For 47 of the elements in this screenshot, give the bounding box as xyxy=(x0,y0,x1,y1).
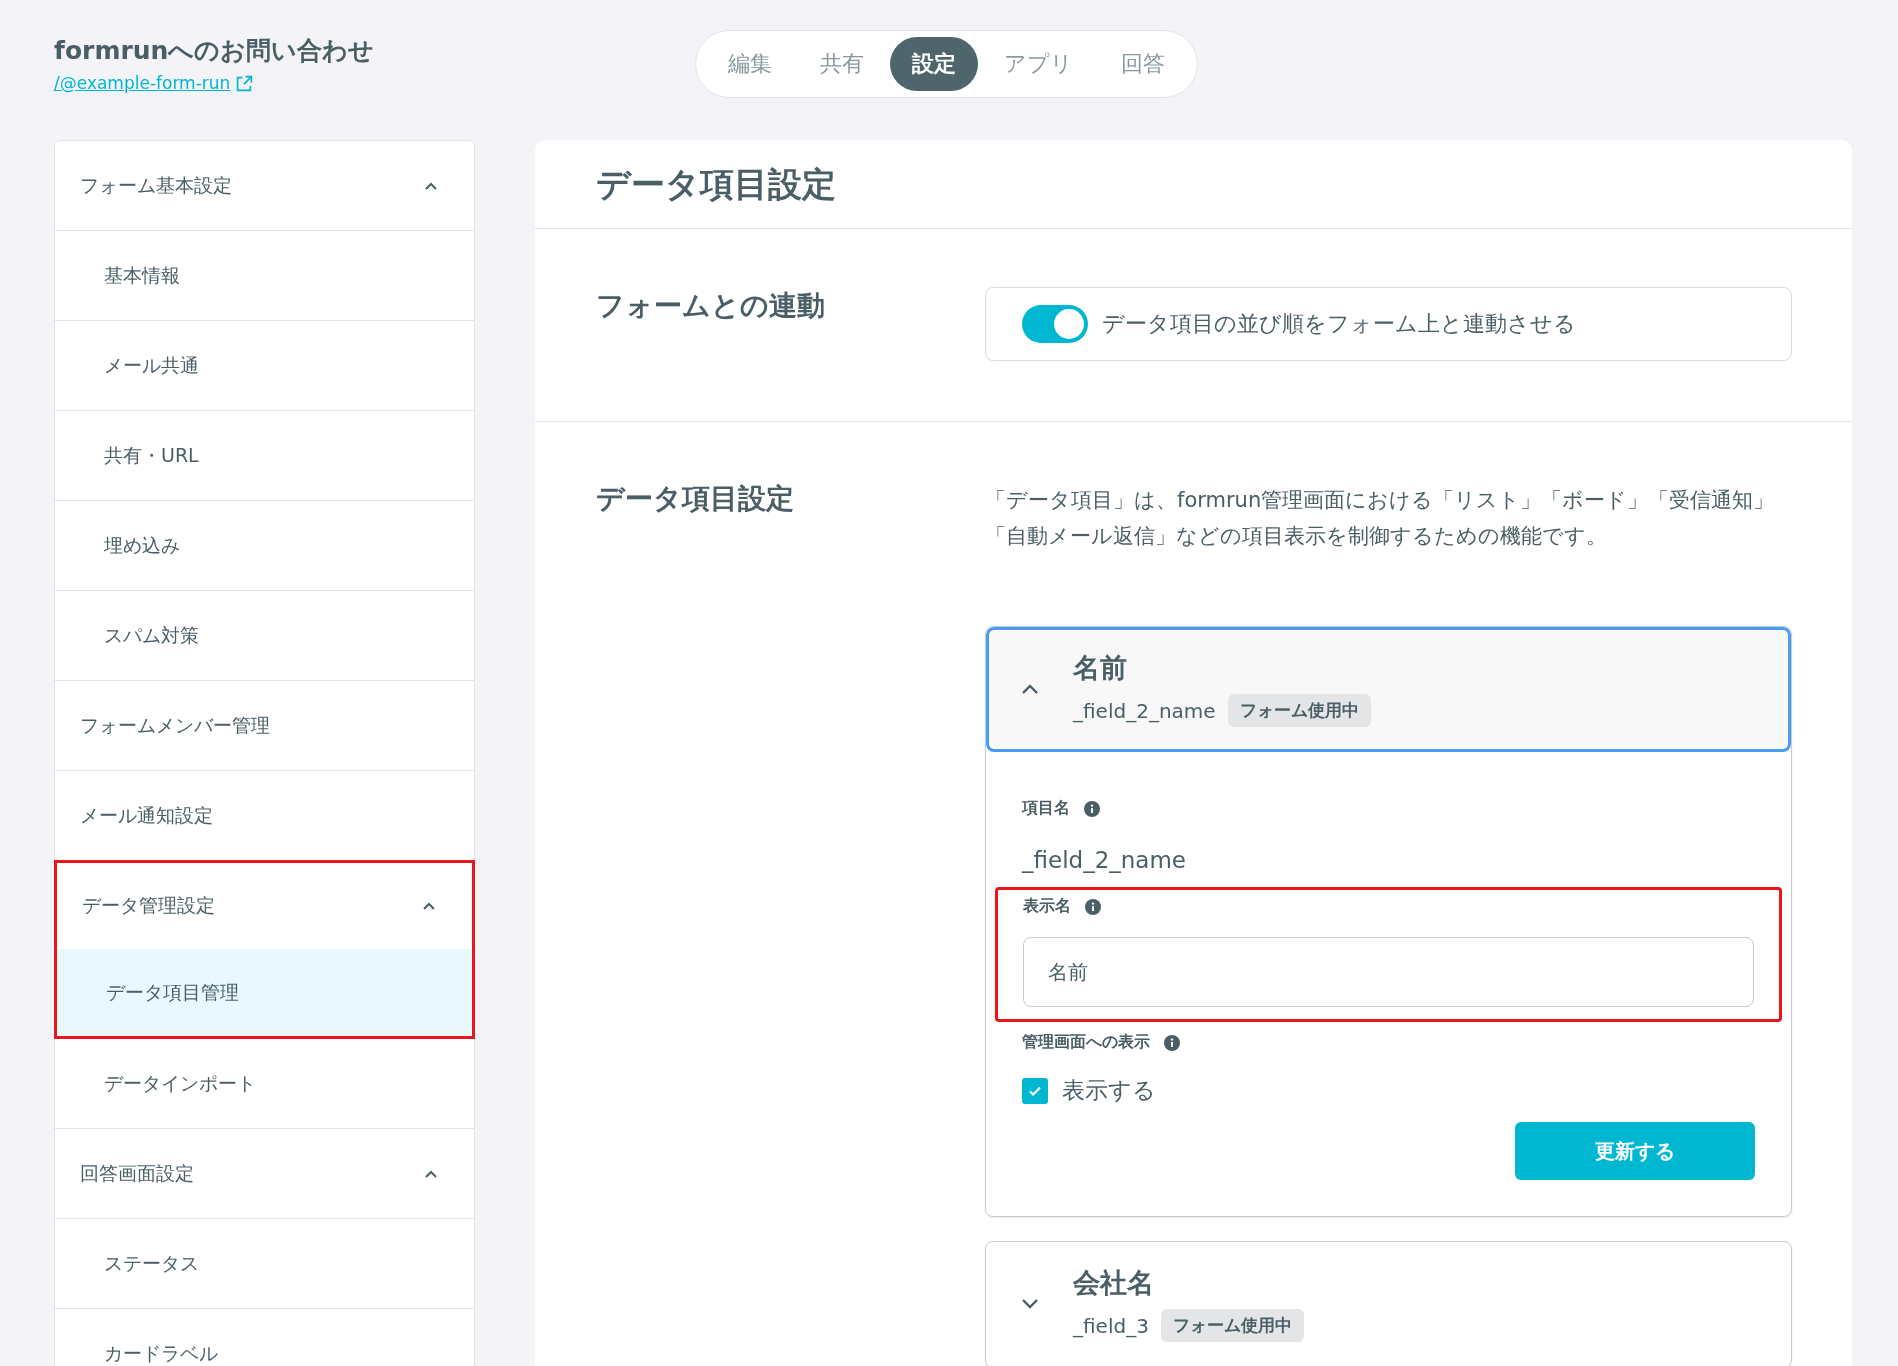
item-name-value: _field_2_name xyxy=(1022,847,1187,873)
tab[interactable]: 設定 xyxy=(890,37,978,91)
sidebar-item[interactable]: 埋め込み xyxy=(55,501,474,591)
section-label: データ管理設定 xyxy=(82,893,215,918)
section-label: フォームメンバー管理 xyxy=(80,712,270,738)
usage-badge: フォーム使用中 xyxy=(1160,1309,1304,1342)
sidebar-item[interactable]: ステータス xyxy=(55,1219,474,1309)
section-label: メール通知設定 xyxy=(80,802,213,828)
checkbox-label: 表示する xyxy=(1062,1076,1156,1105)
page-title: データ項目設定 xyxy=(535,140,1852,229)
field-label: 管理画面への表示 xyxy=(1022,1032,1150,1053)
usage-badge: フォーム使用中 xyxy=(1227,694,1371,727)
field-card-header[interactable]: 会社名 _field_3 フォーム使用中 xyxy=(986,1242,1791,1366)
info-icon[interactable] xyxy=(1084,800,1100,817)
description-text: 「データ項目」は、formrun管理画面における「リスト」「ボード」「受信通知」「自動メール返信」などの項目表示を制御するための機能です。 xyxy=(985,487,1776,550)
sidebar-item[interactable]: データ項目管理 xyxy=(54,949,475,1039)
external-link-icon xyxy=(236,74,254,92)
sidebar-section[interactable]: フォーム基本設定 xyxy=(55,141,474,231)
sidebar-item[interactable]: メール共通 xyxy=(55,321,474,411)
chevron-up-icon xyxy=(1021,682,1039,695)
chevron-down-icon xyxy=(1021,1297,1039,1310)
info-icon[interactable] xyxy=(1085,898,1101,915)
toggle-switch[interactable] xyxy=(1022,305,1088,343)
section-label: 回答画面設定 xyxy=(80,1160,194,1186)
field-label: 表示名 xyxy=(1023,896,1071,917)
toggle-label: データ項目の並び順をフォーム上と連動させる xyxy=(1102,310,1576,338)
form-title: formrunへのお問い合わせ xyxy=(54,35,376,67)
sidebar-item[interactable]: 基本情報 xyxy=(55,231,474,321)
sidebar-item[interactable]: カードラベル xyxy=(55,1309,474,1366)
field-name: 名前 xyxy=(1073,651,1128,685)
field-label: 項目名 xyxy=(1022,798,1070,819)
section-title: データ項目設定 xyxy=(596,481,795,517)
display-name-field[interactable]: 名前 xyxy=(1023,937,1754,1007)
sidebar-item[interactable]: スパム対策 xyxy=(55,591,474,681)
field-name: 会社名 xyxy=(1073,1266,1155,1300)
sidebar-item[interactable]: 共有・URL xyxy=(55,411,474,501)
section-label: フォーム基本設定 xyxy=(80,172,232,198)
section-title: フォームとの連動 xyxy=(596,288,826,324)
sidebar-section[interactable]: 回答画面設定 xyxy=(55,1129,474,1219)
sidebar-section[interactable]: フォームメンバー管理 xyxy=(55,681,474,771)
field-key: _field_3 xyxy=(1073,1313,1149,1338)
field-key: _field_2_name xyxy=(1073,698,1216,723)
field-card-header[interactable]: 名前 _field_2_name フォーム使用中 xyxy=(986,627,1791,752)
checkbox[interactable] xyxy=(1022,1077,1048,1104)
sidebar-section[interactable]: メール通知設定 xyxy=(55,771,474,861)
info-icon[interactable] xyxy=(1164,1034,1180,1051)
sidebar-item[interactable]: データインポート xyxy=(55,1039,474,1129)
